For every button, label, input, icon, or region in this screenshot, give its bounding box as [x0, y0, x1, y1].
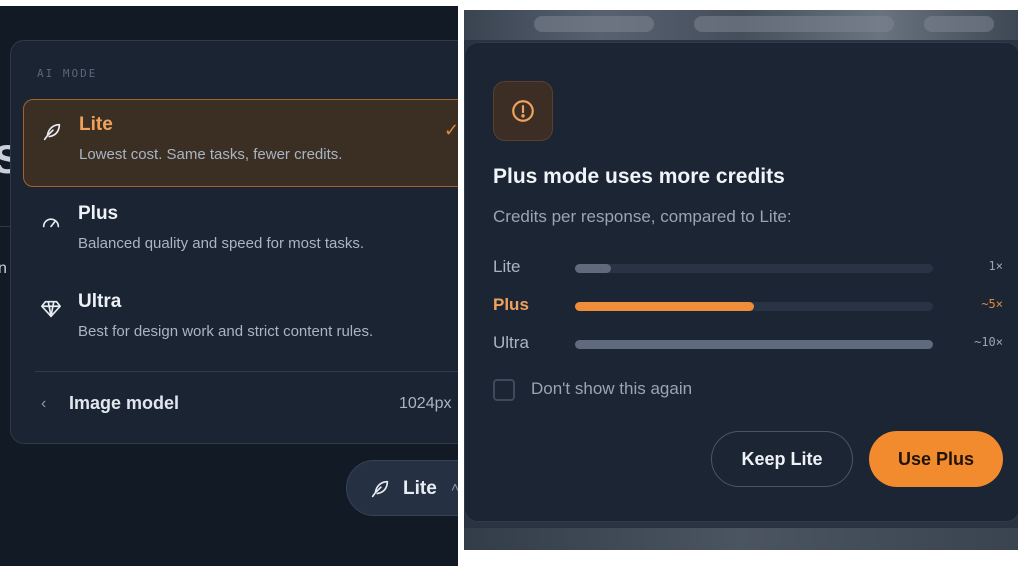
credit-bar-track: [575, 340, 933, 349]
mode-menu-screenshot: S n AI MODE Lite Lowest cost. Same tasks…: [0, 6, 458, 566]
mode-selector-pill[interactable]: Lite ˄: [346, 460, 458, 516]
credit-warning-screenshot: Plus mode uses more credits Credits per …: [464, 10, 1018, 550]
credit-multiplier: ~10×: [974, 335, 1003, 349]
credit-warning-dialog: Plus mode uses more credits Credits per …: [464, 42, 1018, 522]
mode-option-description: Lowest cost. Same tasks, fewer credits.: [79, 146, 343, 163]
dialog-subtitle: Credits per response, compared to Lite:: [493, 207, 792, 226]
background-glyph: n: [0, 260, 7, 277]
dialog-title: Plus mode uses more credits: [493, 165, 785, 188]
credit-row-name: Lite: [493, 257, 521, 276]
mode-pill-label: Lite: [403, 478, 437, 499]
image-model-item[interactable]: ‹ Image model 1024px: [33, 387, 458, 427]
credit-bar-track: [575, 302, 933, 311]
mode-option-description: Best for design work and strict content …: [78, 323, 374, 340]
mode-option-plus[interactable]: Plus Balanced quality and speed for most…: [23, 189, 458, 277]
mode-option-name: Ultra: [78, 291, 122, 312]
credit-multiplier: 1×: [988, 259, 1003, 273]
mode-option-name: Plus: [78, 203, 119, 224]
check-icon: ✓: [444, 120, 458, 140]
credit-row-ultra: Ultra ~10×: [493, 333, 1003, 355]
mode-option-lite[interactable]: Lite Lowest cost. Same tasks, fewer cred…: [23, 99, 458, 187]
alert-circle-icon: [493, 81, 553, 141]
diamond-icon: [37, 295, 65, 323]
credit-row-plus: Plus ~5×: [493, 295, 1003, 317]
feather-icon: [38, 118, 66, 146]
mode-option-description: Balanced quality and speed for most task…: [78, 235, 364, 252]
mode-option-ultra[interactable]: Ultra Best for design work and strict co…: [23, 277, 458, 365]
dont-show-checkbox[interactable]: [493, 379, 515, 401]
image-model-label: Image model: [69, 393, 180, 413]
chevron-up-icon: ˄: [451, 479, 458, 495]
mode-option-name: Lite: [79, 114, 113, 135]
credit-row-name: Plus: [493, 295, 529, 314]
credit-bar-fill: [575, 302, 754, 311]
image-model-value: 1024px: [399, 395, 452, 412]
gauge-icon: [37, 207, 65, 235]
credit-row-name: Ultra: [493, 333, 529, 352]
menu-divider: [35, 371, 458, 372]
credit-bar-fill: [575, 264, 611, 273]
menu-header: AI MODE: [37, 67, 98, 80]
chevron-left-icon: ‹: [41, 395, 47, 412]
credit-row-lite: Lite 1×: [493, 257, 1003, 279]
dont-show-label: Don't show this again: [531, 379, 693, 398]
credit-multiplier: ~5×: [981, 297, 1003, 311]
credit-bar-track: [575, 264, 933, 273]
ai-mode-menu: AI MODE Lite Lowest cost. Same tasks, fe…: [10, 40, 458, 444]
credit-bar-fill: [575, 340, 933, 349]
blurred-background: [464, 10, 1018, 40]
use-plus-button[interactable]: Use Plus: [869, 431, 1003, 487]
feather-icon: [369, 478, 391, 505]
blurred-background: [464, 528, 1018, 550]
keep-lite-button[interactable]: Keep Lite: [711, 431, 853, 487]
